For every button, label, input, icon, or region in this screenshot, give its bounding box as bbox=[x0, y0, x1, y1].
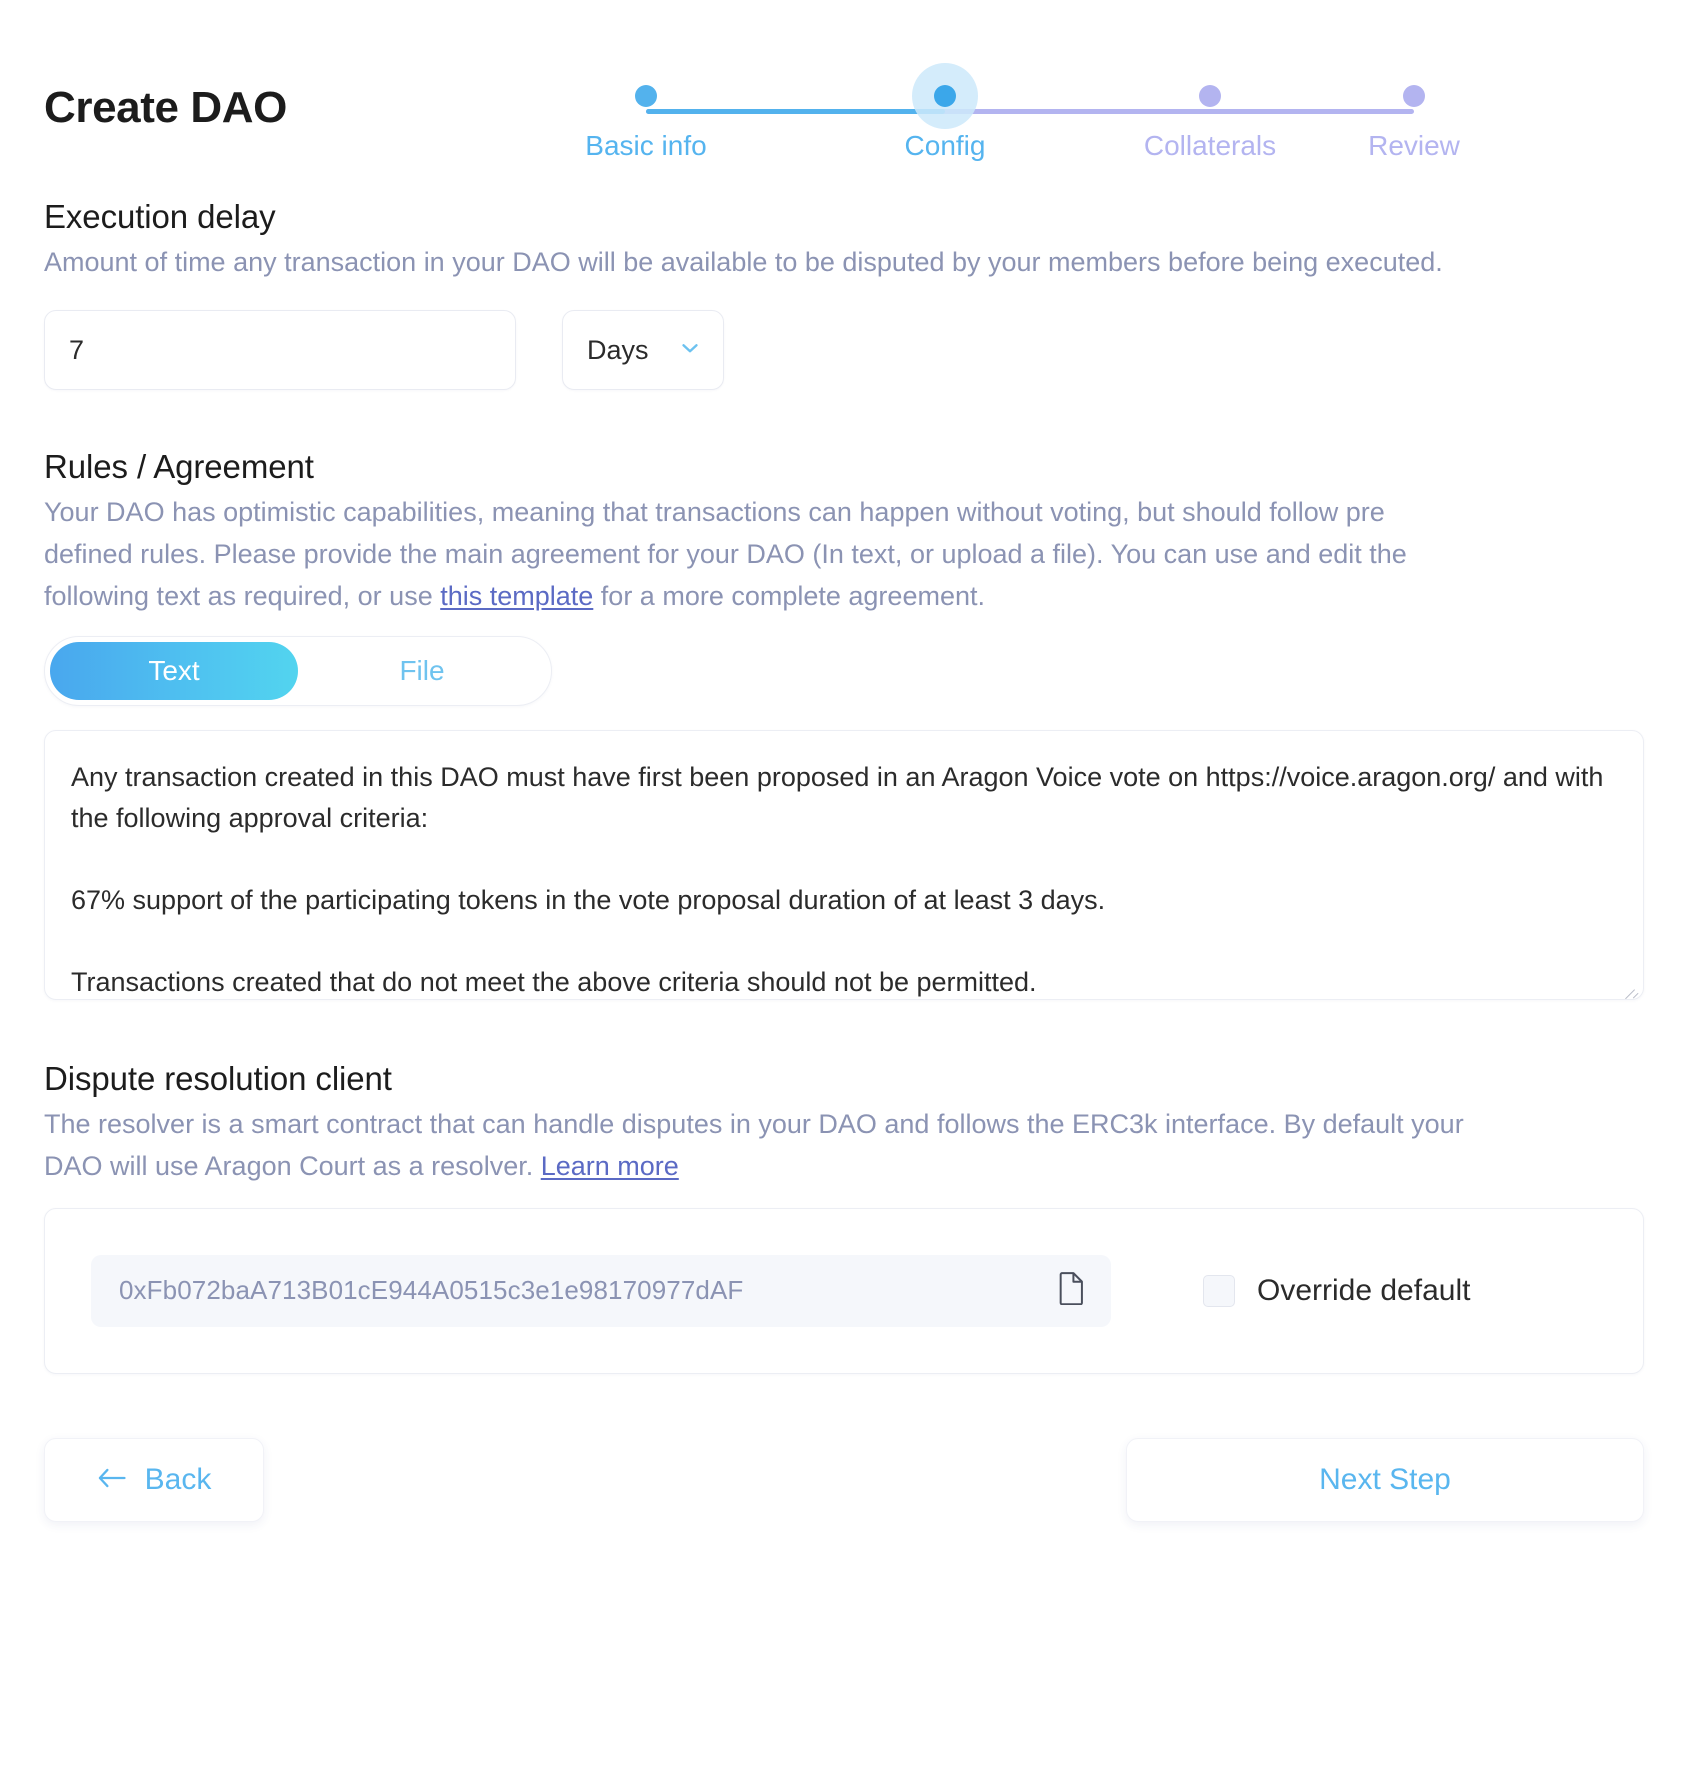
step-label-basic-info: Basic info bbox=[585, 130, 707, 161]
dispute-description: The resolver is a smart contract that ca… bbox=[44, 1104, 1464, 1188]
resize-handle[interactable] bbox=[1620, 977, 1636, 993]
next-step-button[interactable]: Next Step bbox=[1126, 1437, 1644, 1522]
override-default-checkbox[interactable] bbox=[1203, 1274, 1235, 1307]
step-review[interactable]: Review bbox=[1368, 40, 1460, 161]
execution-delay-input[interactable] bbox=[44, 310, 516, 391]
dispute-description-part1: The resolver is a smart contract that ca… bbox=[44, 1109, 1464, 1181]
agreement-text: Any transaction created in this DAO must… bbox=[71, 761, 1604, 998]
page-title: Create DAO bbox=[44, 83, 287, 132]
step-dot-wrap bbox=[600, 40, 692, 107]
step-dot-config bbox=[934, 85, 956, 107]
agreement-input-mode-toggle: Text File bbox=[44, 635, 552, 706]
execution-delay-title: Execution delay bbox=[44, 198, 276, 235]
step-basic-info[interactable]: Basic info bbox=[585, 40, 707, 161]
resolver-address-field[interactable]: 0xFb072baA713B01cE944A0515c3e1e98170977d… bbox=[91, 1254, 1111, 1327]
resolver-address-value: 0xFb072baA713B01cE944A0515c3e1e98170977d… bbox=[119, 1275, 744, 1306]
execution-delay-controls: Days bbox=[44, 310, 1648, 391]
tab-text[interactable]: Text bbox=[50, 641, 298, 700]
step-dot-wrap bbox=[1164, 40, 1256, 107]
tab-file[interactable]: File bbox=[298, 642, 546, 700]
execution-delay-unit-value: Days bbox=[587, 334, 649, 365]
wizard-footer: Back Next Step bbox=[44, 1437, 1644, 1522]
step-config[interactable]: Config bbox=[899, 40, 991, 161]
rules-description-part2: for a more complete agreement. bbox=[593, 581, 985, 612]
execution-delay-unit-select[interactable]: Days bbox=[562, 310, 724, 391]
step-collaterals[interactable]: Collaterals bbox=[1144, 40, 1276, 161]
step-label-review: Review bbox=[1368, 130, 1460, 161]
chevron-down-icon bbox=[677, 335, 703, 366]
step-label-collaterals: Collaterals bbox=[1143, 130, 1277, 161]
back-button-label: Back bbox=[144, 1462, 212, 1496]
arrow-left-icon bbox=[97, 1463, 127, 1497]
rules-title: Rules / Agreement bbox=[44, 448, 314, 486]
dispute-title: Dispute resolution client bbox=[44, 1059, 392, 1097]
rules-agreement-section: Rules / Agreement Your DAO has optimisti… bbox=[44, 446, 1648, 1000]
learn-more-link[interactable]: Learn more bbox=[541, 1151, 679, 1181]
create-dao-page: Create DAO Basic info Config Collaterals… bbox=[0, 0, 1692, 1782]
wizard-stepper: Basic info Config Collaterals Review bbox=[585, 40, 1460, 170]
this-template-link[interactable]: this template bbox=[440, 581, 593, 611]
rules-description: Your DAO has optimistic capabilities, me… bbox=[44, 492, 1464, 618]
execution-delay-description: Amount of time any transaction in your D… bbox=[44, 247, 1443, 278]
step-dot-collaterals bbox=[1199, 85, 1221, 107]
step-label-config: Config bbox=[904, 130, 986, 161]
step-dot-wrap bbox=[1368, 40, 1460, 107]
stepper-track-progress bbox=[646, 109, 945, 114]
page-header: Create DAO Basic info Config Collaterals… bbox=[44, 0, 1648, 196]
step-dot-basic-info bbox=[635, 85, 657, 107]
override-default-label: Override default bbox=[1257, 1273, 1471, 1307]
resolver-card: 0xFb072baA713B01cE944A0515c3e1e98170977d… bbox=[44, 1207, 1644, 1374]
override-default-row: Override default bbox=[1203, 1274, 1470, 1308]
agreement-textarea[interactable]: Any transaction created in this DAO must… bbox=[44, 729, 1644, 1000]
step-dot-review bbox=[1403, 85, 1425, 107]
execution-delay-section: Execution delay Amount of time any trans… bbox=[44, 196, 1648, 391]
document-icon[interactable] bbox=[1057, 1271, 1087, 1310]
next-step-button-label: Next Step bbox=[1319, 1462, 1451, 1496]
dispute-resolution-section: Dispute resolution client The resolver i… bbox=[44, 1058, 1648, 1374]
back-button[interactable]: Back bbox=[44, 1437, 264, 1522]
step-dot-wrap bbox=[899, 40, 991, 129]
